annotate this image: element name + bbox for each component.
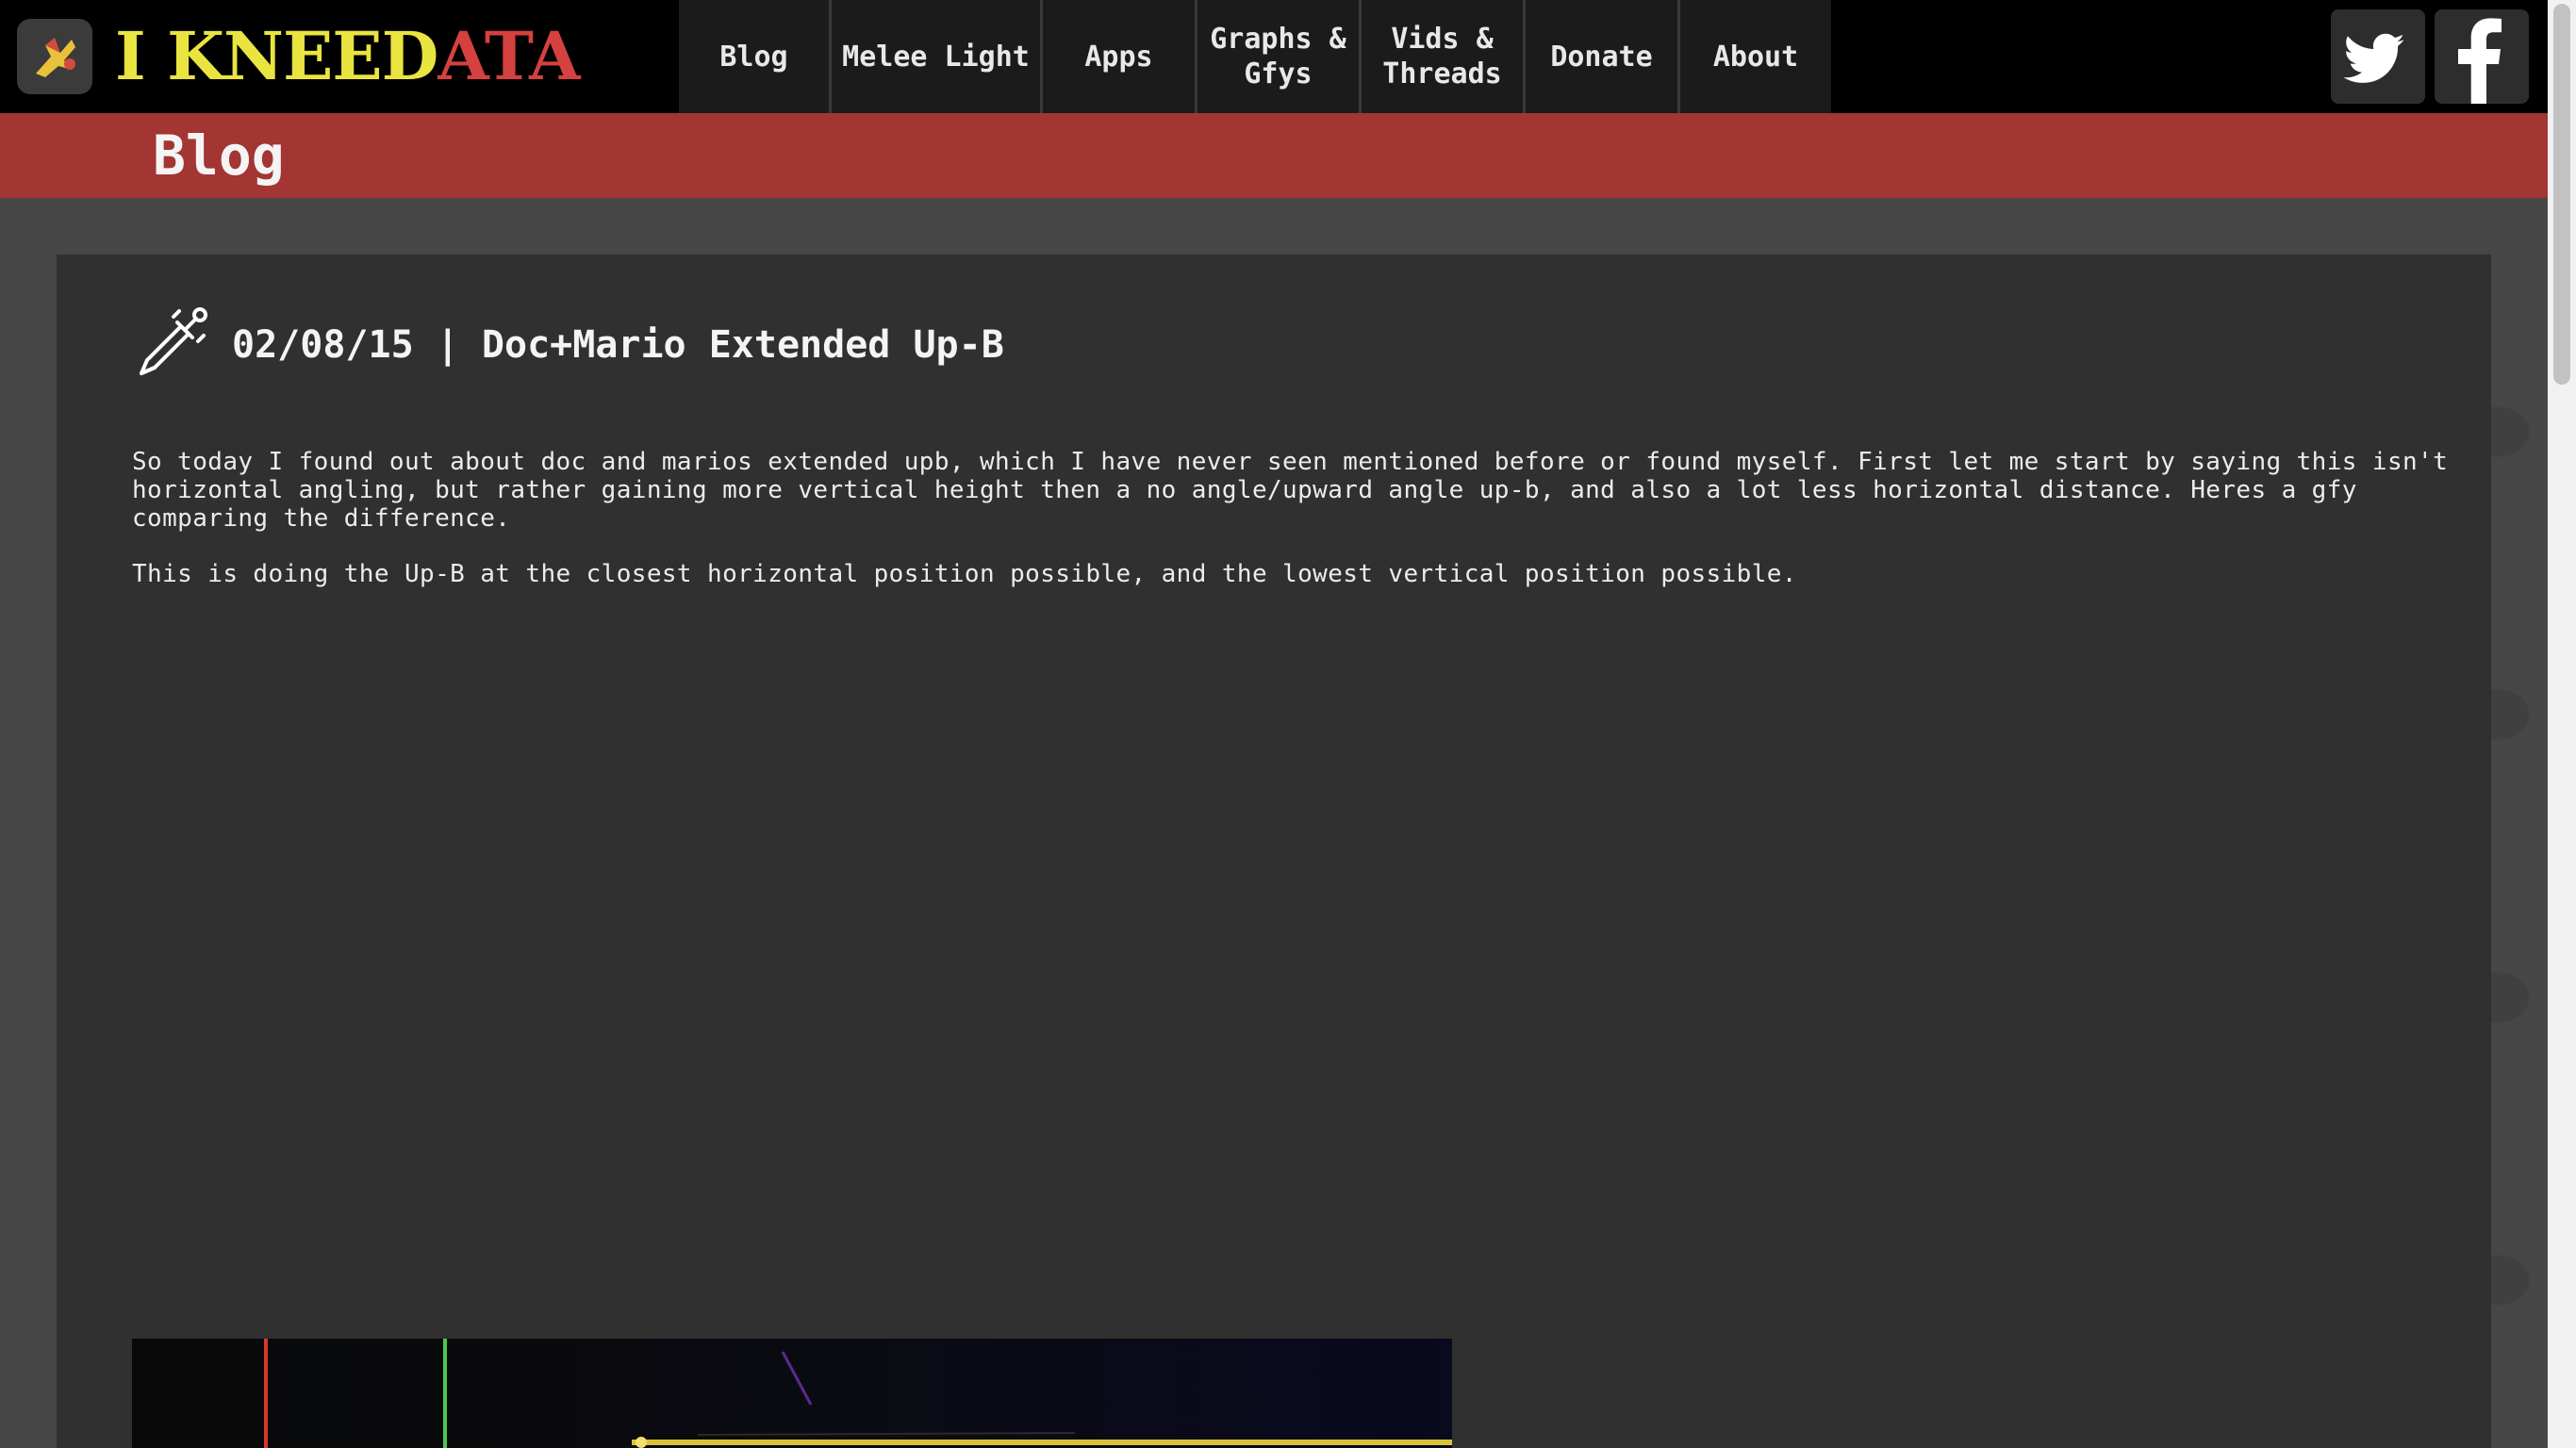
site-brand-wordmark[interactable]: I KNEEDATA bbox=[115, 13, 580, 100]
page-title: Blog bbox=[153, 123, 285, 188]
nav-item-melee-light[interactable]: Melee Light bbox=[832, 0, 1043, 113]
twitter-button[interactable] bbox=[2331, 9, 2425, 104]
nav-item-donate[interactable]: Donate bbox=[1526, 0, 1680, 113]
twitter-icon bbox=[2343, 33, 2404, 83]
main-nav: Blog Melee Light Apps Graphs & Gfys Vids… bbox=[679, 0, 1831, 113]
nav-item-blog[interactable]: Blog bbox=[679, 0, 832, 113]
logo-icon[interactable] bbox=[17, 19, 92, 94]
gameplay-video-frame bbox=[264, 1339, 1452, 1448]
post-body: So today I found out about doc and mario… bbox=[132, 448, 2452, 616]
page-scrollbar[interactable] bbox=[2548, 0, 2576, 1448]
scrollbar-thumb[interactable] bbox=[2553, 4, 2570, 385]
sword-icon bbox=[132, 304, 211, 383]
brand-part-yellow: I KNEED bbox=[115, 17, 438, 95]
nav-item-about[interactable]: About bbox=[1680, 0, 1831, 113]
facebook-button[interactable] bbox=[2435, 9, 2529, 104]
blog-post-panel: 02/08/15 | Doc+Mario Extended Up-B So to… bbox=[57, 255, 2491, 1448]
gfy-video-embed[interactable] bbox=[132, 1339, 1452, 1448]
nav-item-apps[interactable]: Apps bbox=[1043, 0, 1197, 113]
facebook-icon bbox=[2458, 18, 2502, 104]
post-title: 02/08/15 | Doc+Mario Extended Up-B bbox=[232, 323, 1004, 367]
post-paragraph: This is doing the Up-B at the closest ho… bbox=[132, 560, 1797, 588]
post-paragraph: So today I found out about doc and mario… bbox=[132, 448, 2449, 533]
nav-item-graphs-gfys[interactable]: Graphs & Gfys bbox=[1197, 0, 1362, 113]
section-header-bar: Blog bbox=[0, 113, 2548, 198]
top-navigation-bar: I KNEEDATA Blog Melee Light Apps Graphs … bbox=[0, 0, 2548, 113]
falcon-punch-logo-icon bbox=[36, 38, 75, 77]
brand-part-red: ATA bbox=[438, 17, 580, 95]
nav-item-vids-threads[interactable]: Vids & Threads bbox=[1362, 0, 1526, 113]
